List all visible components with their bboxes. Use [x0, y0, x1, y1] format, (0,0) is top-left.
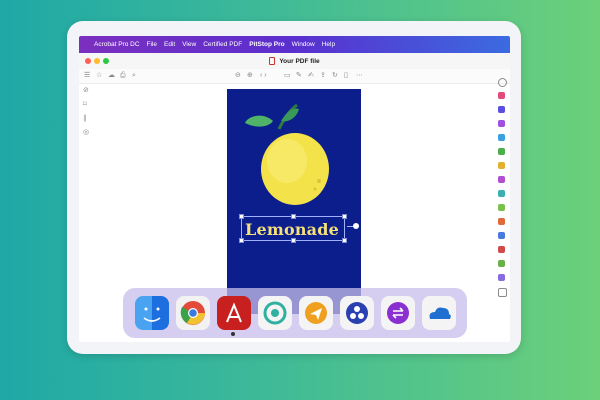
comment-icon[interactable]: ▭: [284, 72, 291, 80]
fill-sign-icon[interactable]: [498, 162, 505, 169]
search-icon[interactable]: ⌕: [132, 72, 136, 80]
layers-icon[interactable]: ◎: [83, 129, 89, 137]
switch-logo: [387, 302, 409, 324]
pdf-page: Lemonade: [227, 89, 361, 314]
attachment-icon[interactable]: ∥: [83, 115, 87, 123]
toolbar: ☰ ☆ ☁ ⎙ ⌕ ⊖ ⊕ ‹ › ▭ ✎ ✍ ⇪ ↻ ▯ ⋯: [79, 69, 510, 84]
organize-icon[interactable]: [498, 120, 505, 127]
selection-handle[interactable]: [291, 214, 296, 219]
onedrive-icon[interactable]: [422, 296, 456, 330]
right-rail: [494, 56, 510, 297]
app-circle-icon[interactable]: [340, 296, 374, 330]
app-circle-logo: [346, 302, 368, 324]
pitstop-logo: [263, 301, 287, 325]
edit-pdf-icon[interactable]: [498, 106, 505, 113]
window-controls: [85, 58, 109, 64]
page-nav-icon[interactable]: ‹ ›: [260, 72, 267, 80]
cloud-logo: [429, 307, 451, 319]
running-indicator: [231, 332, 235, 336]
menu-file[interactable]: File: [147, 41, 157, 48]
lemon-highlight: [267, 139, 307, 183]
selection-handle[interactable]: [342, 214, 347, 219]
plane-logo: [305, 302, 327, 324]
menu-window[interactable]: Window: [292, 41, 315, 48]
delete-icon[interactable]: ▯: [344, 72, 348, 80]
up-arrow-icon[interactable]: ⊖: [235, 72, 241, 80]
down-arrow-icon[interactable]: ⊕: [247, 72, 253, 80]
zoom-button[interactable]: [103, 58, 109, 64]
window-title: Your PDF file: [279, 57, 320, 65]
left-rail: ⊘ ⌑ ∥ ◎: [79, 83, 95, 293]
menu-certified-pdf[interactable]: Certified PDF: [203, 41, 242, 48]
zoom-icon[interactable]: [498, 78, 507, 87]
pdf-file-icon: [269, 57, 276, 65]
menu-app-name[interactable]: Acrobat Pro DC: [94, 41, 140, 48]
menu-edit[interactable]: Edit: [164, 41, 175, 48]
action-icon[interactable]: [498, 232, 505, 239]
bookmark-icon[interactable]: ⌑: [83, 101, 87, 109]
menu-pitstop-pro[interactable]: PitStop Pro: [249, 41, 284, 48]
close-button[interactable]: [85, 58, 91, 64]
selection-handle[interactable]: [342, 238, 347, 243]
print-icon[interactable]: ⎙: [120, 72, 126, 80]
window-title-bar: Your PDF file: [79, 53, 510, 70]
rotate-handle[interactable]: [353, 223, 359, 229]
dock: [123, 288, 467, 338]
redact-icon[interactable]: [498, 246, 505, 253]
chrome-logo: [180, 301, 205, 325]
settings-icon[interactable]: [498, 274, 505, 281]
cloud-upload-icon[interactable]: ☁: [108, 72, 115, 80]
acrobat-logo: [226, 302, 242, 323]
export-icon[interactable]: [498, 92, 505, 99]
pen-icon[interactable]: ✎: [296, 72, 302, 80]
accessibility-icon[interactable]: [498, 260, 505, 267]
minimize-button[interactable]: [94, 58, 100, 64]
chrome-icon[interactable]: [176, 296, 210, 330]
scan-icon[interactable]: [498, 134, 505, 141]
star-icon[interactable]: ☆: [96, 72, 102, 80]
selection-handle[interactable]: [239, 214, 244, 219]
menu-bar: Acrobat Pro DC File Edit View Certified …: [79, 36, 510, 53]
plus-icon[interactable]: [498, 288, 507, 297]
menu-view[interactable]: View: [182, 41, 196, 48]
menu-help[interactable]: Help: [322, 41, 335, 48]
sidebar-icon[interactable]: ☰: [84, 72, 90, 80]
preflight-icon[interactable]: [498, 218, 505, 225]
headline-text[interactable]: Lemonade: [243, 220, 341, 239]
switch-icon[interactable]: [381, 296, 415, 330]
leaf-shape: [245, 115, 273, 127]
rotate-icon[interactable]: ↻: [332, 72, 338, 80]
more-icon[interactable]: ⋯: [356, 72, 363, 80]
lemon-spot: [313, 187, 317, 191]
print-production-icon[interactable]: [498, 190, 505, 197]
paper-plane-icon[interactable]: [299, 296, 333, 330]
finder-face: [143, 307, 161, 322]
lemon-spot: [317, 179, 321, 183]
comment-icon[interactable]: [498, 148, 505, 155]
compare-icon[interactable]: [498, 204, 505, 211]
pitstop-icon[interactable]: [258, 296, 292, 330]
link-icon[interactable]: ⊘: [83, 87, 89, 95]
protect-icon[interactable]: [498, 176, 505, 183]
share-icon[interactable]: ⇪: [320, 72, 326, 80]
lemon-illustration: [245, 103, 329, 205]
signature-icon[interactable]: ✍: [308, 72, 314, 80]
acrobat-icon[interactable]: [217, 296, 251, 330]
finder-icon[interactable]: [135, 296, 169, 330]
